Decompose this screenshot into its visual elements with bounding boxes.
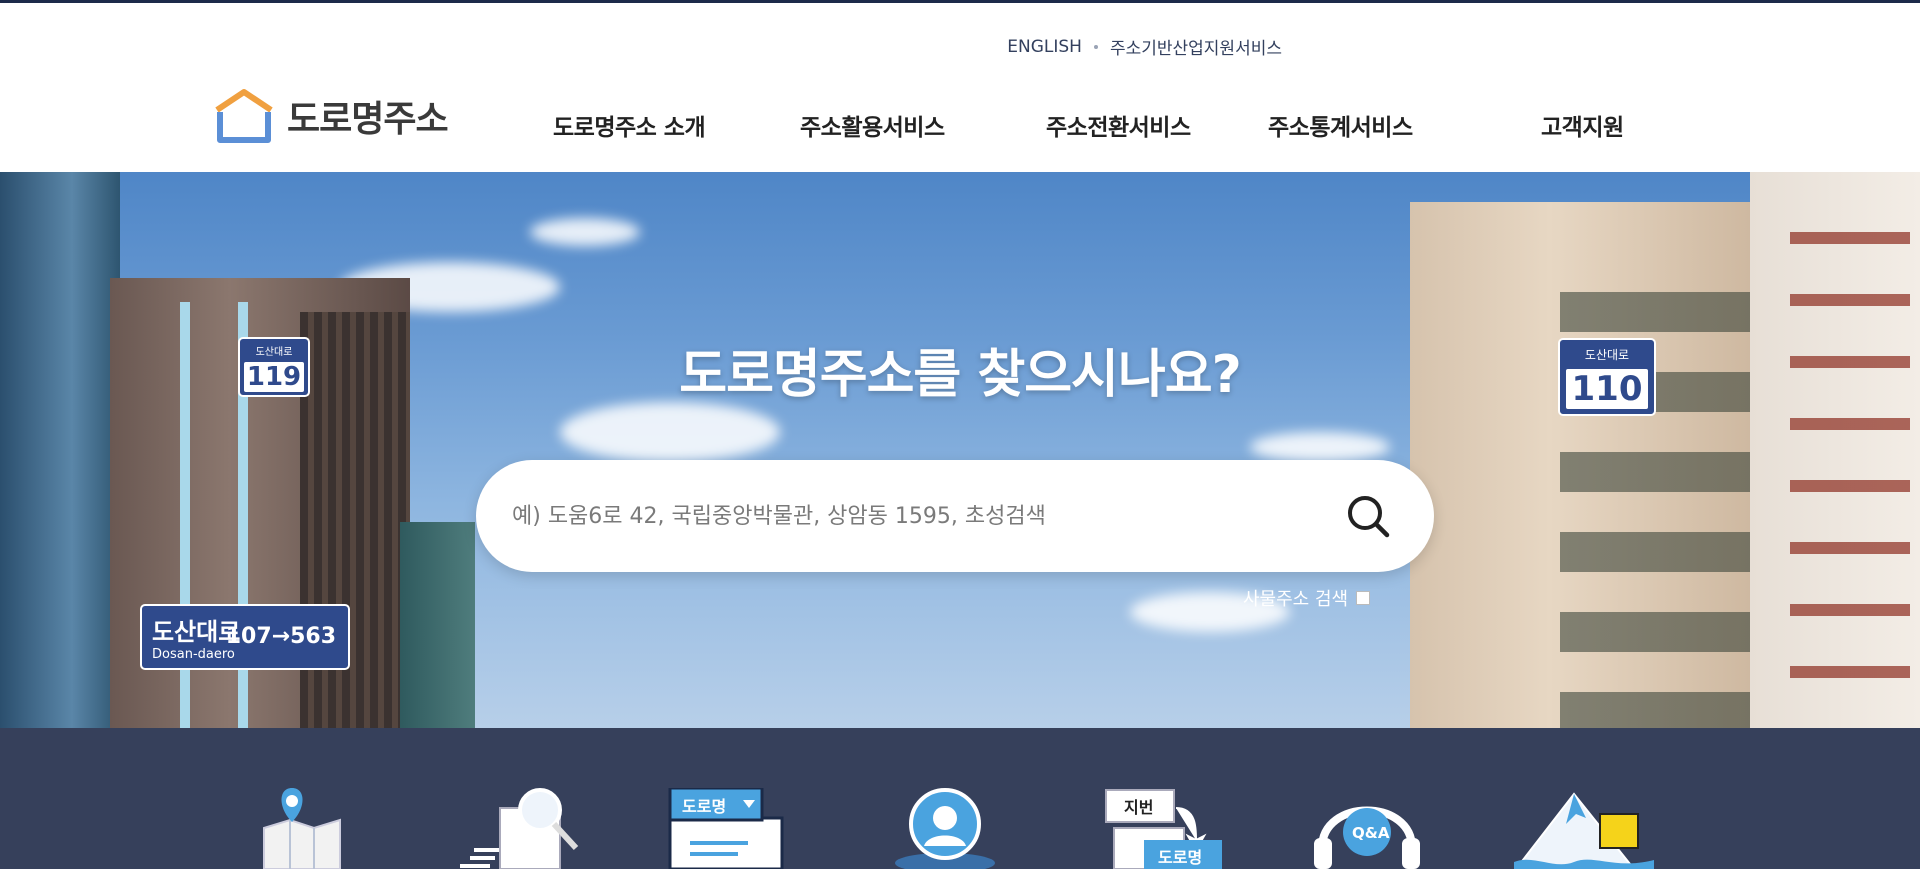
- address-convert-icon[interactable]: 지번 도로명: [1104, 788, 1224, 869]
- qna-label: Q&A: [1352, 824, 1390, 842]
- location-person-icon[interactable]: [890, 788, 1000, 869]
- main-navigation: 도로명주소 소개 주소활용서비스 주소전환서비스 주소통계서비스 고객지원: [0, 108, 1920, 144]
- road-sign-roman: Dosan-daero: [152, 647, 235, 662]
- building-windows: [1560, 252, 1760, 728]
- cloud: [560, 402, 780, 462]
- road-sign-range: 107→563: [225, 624, 336, 649]
- separator-dot: [1093, 44, 1098, 49]
- thing-address-search[interactable]: 사물주소 검색: [1243, 585, 1371, 611]
- document-search-icon[interactable]: [450, 788, 590, 869]
- thing-search-label: 사물주소 검색: [1243, 589, 1349, 610]
- glass-building: [0, 172, 120, 728]
- cloud: [1250, 432, 1390, 462]
- nav-utilization[interactable]: 주소활용서비스: [800, 108, 945, 142]
- mountain-sign-icon[interactable]: [1514, 788, 1654, 869]
- nav-conversion[interactable]: 주소전환서비스: [1046, 108, 1191, 142]
- industry-support-link[interactable]: 주소기반산업지원서비스: [1110, 34, 1282, 59]
- road-name-label: 도로명: [682, 797, 727, 816]
- qna-headset-icon[interactable]: Q&A: [1312, 788, 1422, 869]
- road-name-select-icon[interactable]: 도로명: [668, 786, 798, 869]
- address-search-input[interactable]: [512, 490, 1292, 542]
- address-search-box: [476, 460, 1434, 572]
- road-name-label: 도로명: [1158, 848, 1203, 867]
- green-glass-building: [400, 522, 475, 728]
- utility-links: ENGLISH 주소기반산업지원서비스: [1007, 34, 1282, 60]
- search-icon: [1348, 496, 1390, 538]
- map-pin-icon[interactable]: [262, 788, 354, 869]
- search-button[interactable]: [1344, 492, 1392, 540]
- top-border: [0, 0, 1920, 3]
- quick-service-bar: 도로명 지번 도로명 Q&A: [0, 728, 1920, 869]
- hero-banner: 도산대로 119 도산대로 110 도산대로 Dosan-daero 107→5…: [0, 172, 1920, 728]
- cloud: [530, 218, 640, 246]
- thing-search-checkbox[interactable]: [1356, 591, 1371, 605]
- nav-support[interactable]: 고객지원: [1541, 108, 1624, 142]
- building-red-frames: [1790, 182, 1910, 728]
- english-link[interactable]: ENGLISH: [1007, 37, 1082, 57]
- jibun-label: 지번: [1124, 798, 1154, 817]
- road-sign-dosan: 도산대로 Dosan-daero 107→563: [140, 604, 350, 670]
- hero-title: 도로명주소를 찾으시나요?: [679, 345, 1242, 405]
- nav-statistics[interactable]: 주소통계서비스: [1268, 108, 1413, 142]
- nav-intro[interactable]: 도로명주소 소개: [553, 108, 706, 142]
